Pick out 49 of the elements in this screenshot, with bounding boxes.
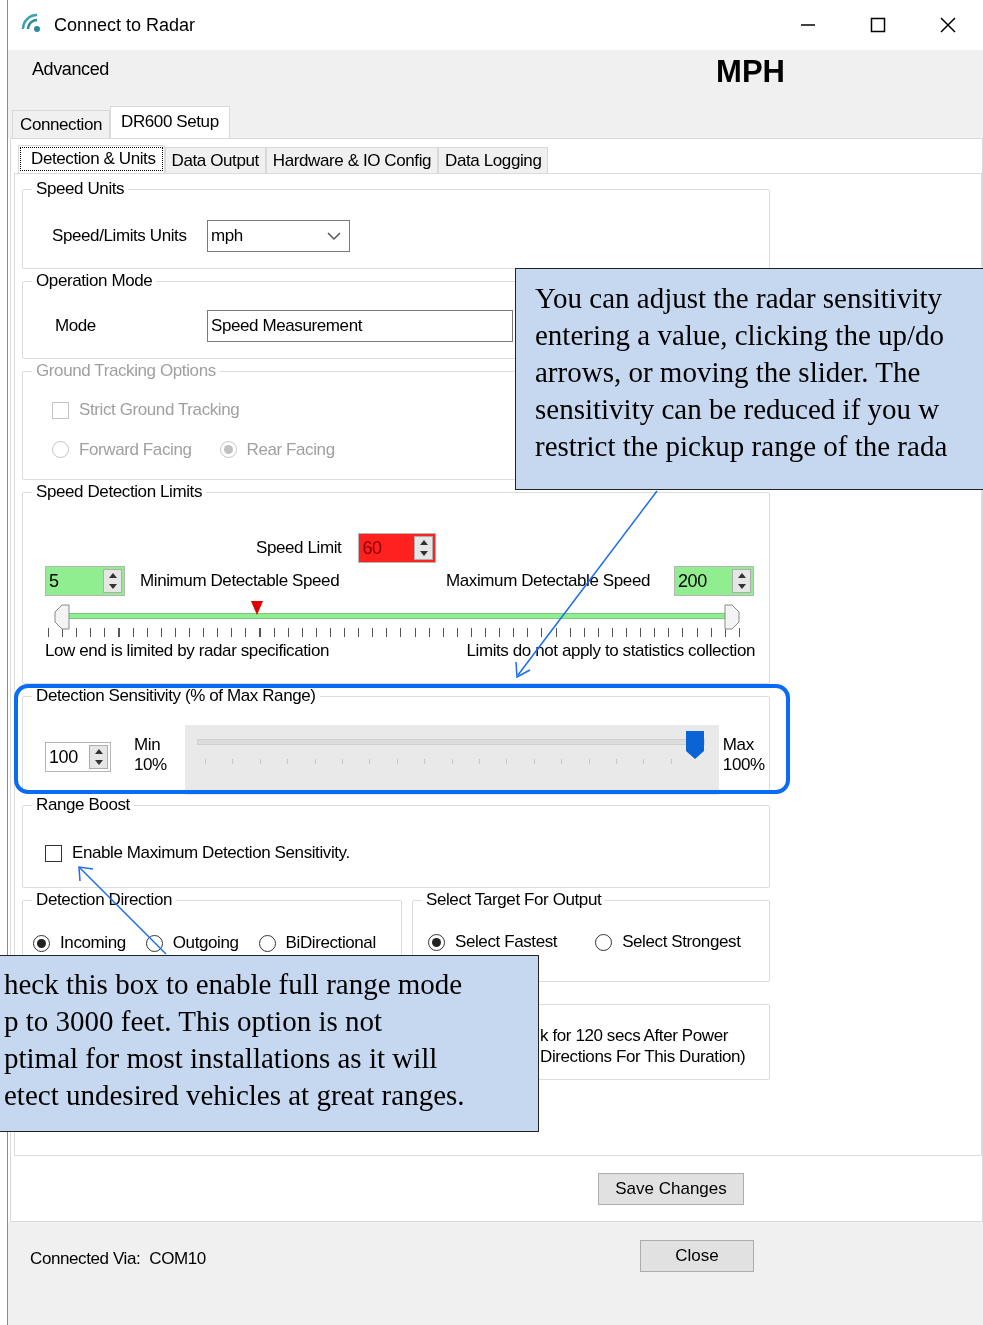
field-label: Minimum Detectable Speed <box>140 571 340 591</box>
spin-buttons[interactable] <box>414 536 434 560</box>
note-text: Low end is limited by radar specification <box>45 641 330 661</box>
tab[interactable]: Hardware & IO Config <box>265 147 439 173</box>
slider-thumb[interactable] <box>724 604 741 630</box>
field-label: Speed Limit <box>256 538 342 558</box>
slider-thumb[interactable] <box>684 730 705 760</box>
tab[interactable]: Connection <box>12 110 110 138</box>
radio-button[interactable]: Select Fastest <box>428 932 558 952</box>
number-field[interactable]: 100 <box>45 742 111 772</box>
note-text: Limits do not apply to statistics collection <box>466 641 755 661</box>
close-icon[interactable] <box>940 17 956 33</box>
close-button[interactable]: Close <box>639 1240 754 1272</box>
port-value: COM10 <box>149 1249 206 1269</box>
maximize-icon[interactable] <box>870 17 886 33</box>
radio-button[interactable]: Select Strongest <box>595 932 741 952</box>
radio-button[interactable]: BiDirectional <box>258 933 376 953</box>
spin-buttons[interactable] <box>103 569 122 593</box>
range-label: 100% <box>722 755 765 775</box>
unit-dropdown[interactable]: mph <box>207 220 350 252</box>
option-text: k for 120 secs After Power <box>540 1025 730 1046</box>
range-label: Min <box>134 735 162 755</box>
callout-note: heck this box to enable full range mode p to 3000 feet. This option is not ptimal for most installations as it will etect undesired vehicles at great ranges. <box>0 955 539 1132</box>
mode-dropdown[interactable]: Speed Measurement <box>207 310 513 342</box>
menu-item[interactable]: Advanced <box>32 54 109 84</box>
field-label: Mode <box>55 316 97 336</box>
slider-thumb[interactable] <box>53 604 70 630</box>
spin-buttons[interactable] <box>732 569 751 593</box>
tab[interactable]: Data Logging <box>438 147 549 173</box>
range-label: Max <box>722 735 755 755</box>
tab[interactable]: DR600 Setup <box>110 106 230 138</box>
number-field[interactable]: 200 <box>674 566 754 596</box>
save-button[interactable]: Save Changes <box>598 1173 744 1206</box>
checkbox[interactable]: Enable Maximum Detection Sensitivity. <box>45 843 350 863</box>
status-label: Connected Via: <box>30 1249 141 1269</box>
option-text: Directions For This Duration) <box>540 1046 747 1067</box>
chevron-down-icon <box>327 232 341 241</box>
tab[interactable]: Detection & Units <box>18 145 165 173</box>
units-label: MPH <box>716 54 785 90</box>
range-label: 10% <box>134 755 167 775</box>
spin-buttons[interactable] <box>89 745 108 769</box>
field-label: Speed/Limits Units <box>52 226 188 246</box>
window-title: Connect to Radar <box>54 14 196 36</box>
sensitivity-slider[interactable] <box>184 725 719 795</box>
tab[interactable]: Data Output <box>164 147 266 173</box>
radio-button[interactable]: Outgoing <box>145 933 239 953</box>
callout-note: You can adjust the radar sensitivity entering a value, clicking the up/do arrows, or moving the slider. The sensitivity can be reduced if you w restrict the pickup range of the rada <box>515 268 983 490</box>
number-field[interactable]: 5 <box>45 566 125 596</box>
radio-button[interactable]: Incoming <box>33 933 126 953</box>
